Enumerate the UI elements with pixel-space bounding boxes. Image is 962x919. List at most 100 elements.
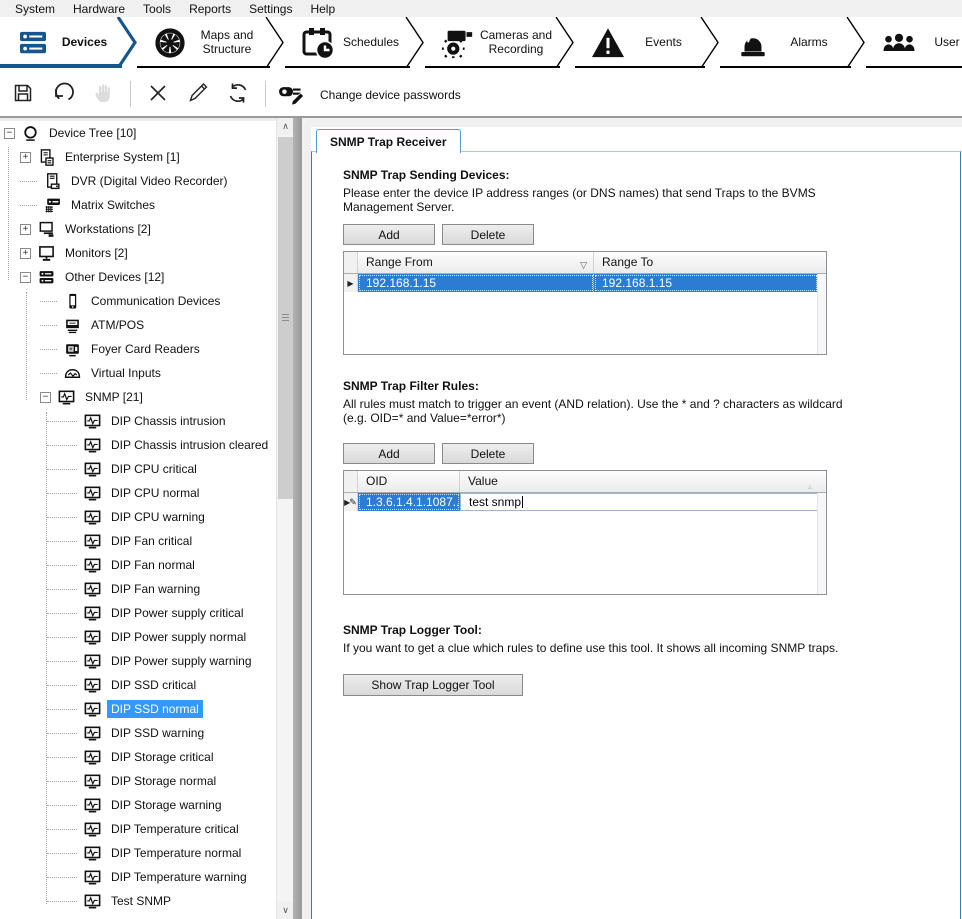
nav-tab-events[interactable]: Events <box>575 17 720 68</box>
tree-item-label: DIP Power supply critical <box>107 604 248 622</box>
tree-item-dip-temperature-normal[interactable]: DIP Temperature normal <box>0 841 276 865</box>
refresh-button[interactable] <box>221 78 255 110</box>
tree-connector-line <box>47 613 77 614</box>
snmp-icon <box>57 388 75 406</box>
tree-item-monitors-2[interactable]: +Monitors [2] <box>0 241 276 265</box>
pan-button[interactable] <box>86 78 120 110</box>
tree-item-dip-power-supply-critical[interactable]: DIP Power supply critical <box>0 601 276 625</box>
tree-item-dip-ssd-warning[interactable]: DIP SSD warning <box>0 721 276 745</box>
nav-tab-devices[interactable]: Devices <box>0 17 137 68</box>
sending-delete-button[interactable]: Delete <box>442 224 534 245</box>
tree-item-label: ATM/POS <box>87 316 148 334</box>
toolbar: Change device passwords <box>0 72 962 118</box>
range-from-cell[interactable]: 192.168.1.15 <box>358 274 594 292</box>
tree-item-snmp-21[interactable]: −SNMP [21] <box>0 385 276 409</box>
tree-item-dip-fan-normal[interactable]: DIP Fan normal <box>0 553 276 577</box>
tree-item-dip-power-supply-normal[interactable]: DIP Power supply normal <box>0 625 276 649</box>
tree-item-enterprise-system-1[interactable]: +Enterprise System [1] <box>0 145 276 169</box>
tab-snmp-trap-receiver[interactable]: SNMP Trap Receiver <box>316 129 461 153</box>
tree-item-test-snmp[interactable]: Test SNMP <box>0 889 276 913</box>
tree-item-dip-storage-critical[interactable]: DIP Storage critical <box>0 745 276 769</box>
nav-tab-alarms[interactable]: Alarms <box>720 17 866 68</box>
tree-expander-plus[interactable]: + <box>20 224 31 235</box>
tree-connector-line <box>47 541 77 542</box>
nav-tab-maps[interactable]: Maps and Structure <box>137 17 285 68</box>
tree-item-dip-chassis-intrusion[interactable]: DIP Chassis intrusion <box>0 409 276 433</box>
save-icon <box>11 81 35 108</box>
menu-item-reports[interactable]: Reports <box>180 1 240 17</box>
tree-item-dip-temperature-critical[interactable]: DIP Temperature critical <box>0 817 276 841</box>
tree-expander-minus[interactable]: − <box>20 272 31 283</box>
tree-item-workstations-2[interactable]: +Workstations [2] <box>0 217 276 241</box>
nav-tab-schedules[interactable]: Schedules <box>285 17 425 68</box>
tree-item-dip-fan-warning[interactable]: DIP Fan warning <box>0 577 276 601</box>
tree-expander-plus[interactable]: + <box>20 248 31 259</box>
oid-cell[interactable]: 1.3.6.1.4.1.1087... <box>358 493 460 511</box>
nav-tab-cameras[interactable]: Cameras and Recording <box>425 17 575 68</box>
tree-item-label: DIP Fan normal <box>107 556 199 574</box>
tree-item-matrix-switches[interactable]: Matrix Switches <box>0 193 276 217</box>
tab-chevron-divider <box>555 17 575 68</box>
other-devices-icon <box>37 268 55 286</box>
tree-item-dip-storage-warning[interactable]: DIP Storage warning <box>0 793 276 817</box>
tree-expander-minus[interactable]: − <box>40 392 51 403</box>
tree-item-communication-devices[interactable]: Communication Devices <box>0 289 276 313</box>
value-cell-editor[interactable]: test snmp <box>460 493 818 511</box>
filter-add-button[interactable]: Add <box>343 443 435 464</box>
tree-item-dip-cpu-warning[interactable]: DIP CPU warning <box>0 505 276 529</box>
tree-item-dip-temperature-warning[interactable]: DIP Temperature warning <box>0 865 276 889</box>
tree-item-dip-ssd-normal[interactable]: DIP SSD normal <box>0 697 276 721</box>
scroll-down-arrow[interactable]: ∨ <box>277 902 294 919</box>
tree-item-label: DIP CPU normal <box>107 484 203 502</box>
sending-add-button[interactable]: Add <box>343 224 435 245</box>
snmp-icon <box>83 676 101 694</box>
tree-item-other-devices-12[interactable]: − Other Devices [12] <box>0 265 276 289</box>
tree-item-label: Other Devices [12] <box>61 268 168 286</box>
tree-scrollbar[interactable]: ∧ ∨ <box>276 118 293 919</box>
tree-item-dvr-digital-video-recorder[interactable]: DVR (Digital Video Recorder) <box>0 169 276 193</box>
snmp-icon <box>83 844 101 862</box>
filter-delete-button[interactable]: Delete <box>442 443 534 464</box>
tree-item-dip-power-supply-warning[interactable]: DIP Power supply warning <box>0 649 276 673</box>
menu-item-hardware[interactable]: Hardware <box>64 1 134 17</box>
column-header-value[interactable]: Value ▵ <box>460 471 818 492</box>
tree-item-label: Device Tree [10] <box>45 124 140 142</box>
tree-connector-line <box>47 829 77 830</box>
schedules-icon <box>299 24 337 62</box>
toolbar-separator <box>130 81 131 107</box>
menu-item-settings[interactable]: Settings <box>240 1 301 17</box>
snmp-icon <box>83 460 101 478</box>
change-device-passwords-button[interactable]: Change device passwords <box>276 78 461 110</box>
tree-item-dip-chassis-intrusion-cleared[interactable]: DIP Chassis intrusion cleared <box>0 433 276 457</box>
menu-item-system[interactable]: System <box>6 1 64 17</box>
change-passwords-key-button[interactable] <box>276 78 310 110</box>
scrollbar-thumb[interactable] <box>278 137 293 499</box>
table-row[interactable]: ▶ 192.168.1.15 192.168.1.15 <box>344 274 826 292</box>
range-to-cell[interactable]: 192.168.1.15 <box>594 274 818 292</box>
table-row[interactable]: ▶✎ 1.3.6.1.4.1.1087... test snmp <box>344 493 826 511</box>
nav-tab-usergroups[interactable]: User g <box>866 17 962 68</box>
edit-button[interactable] <box>181 78 215 110</box>
tree-expander-plus[interactable]: + <box>20 152 31 163</box>
show-trap-logger-button[interactable]: Show Trap Logger Tool <box>343 674 523 696</box>
menu-item-help[interactable]: Help <box>301 1 344 17</box>
undo-button[interactable] <box>46 78 80 110</box>
tree-item-dip-fan-critical[interactable]: DIP Fan critical <box>0 529 276 553</box>
tree-item-virtual-inputs[interactable]: Virtual Inputs <box>0 361 276 385</box>
scroll-up-arrow[interactable]: ∧ <box>277 118 294 135</box>
tree-item-dip-ssd-critical[interactable]: DIP SSD critical <box>0 673 276 697</box>
tree-item-dip-cpu-critical[interactable]: DIP CPU critical <box>0 457 276 481</box>
column-header-oid[interactable]: OID <box>358 471 460 492</box>
column-header-range-to[interactable]: Range To <box>594 252 818 273</box>
tree-item-device-tree-10[interactable]: − Device Tree [10] <box>0 121 276 145</box>
menu-item-tools[interactable]: Tools <box>134 1 180 17</box>
column-header-range-from[interactable]: Range From ▽ <box>358 252 594 273</box>
delete-button[interactable] <box>141 78 175 110</box>
panel-splitter[interactable] <box>293 118 302 919</box>
tree-item-dip-storage-normal[interactable]: DIP Storage normal <box>0 769 276 793</box>
tree-item-atm-pos[interactable]: ATM/POS <box>0 313 276 337</box>
tree-item-foyer-card-readers[interactable]: Foyer Card Readers <box>0 337 276 361</box>
tree-item-dip-cpu-normal[interactable]: DIP CPU normal <box>0 481 276 505</box>
tree-expander-minus[interactable]: − <box>4 128 15 139</box>
save-button[interactable] <box>6 78 40 110</box>
